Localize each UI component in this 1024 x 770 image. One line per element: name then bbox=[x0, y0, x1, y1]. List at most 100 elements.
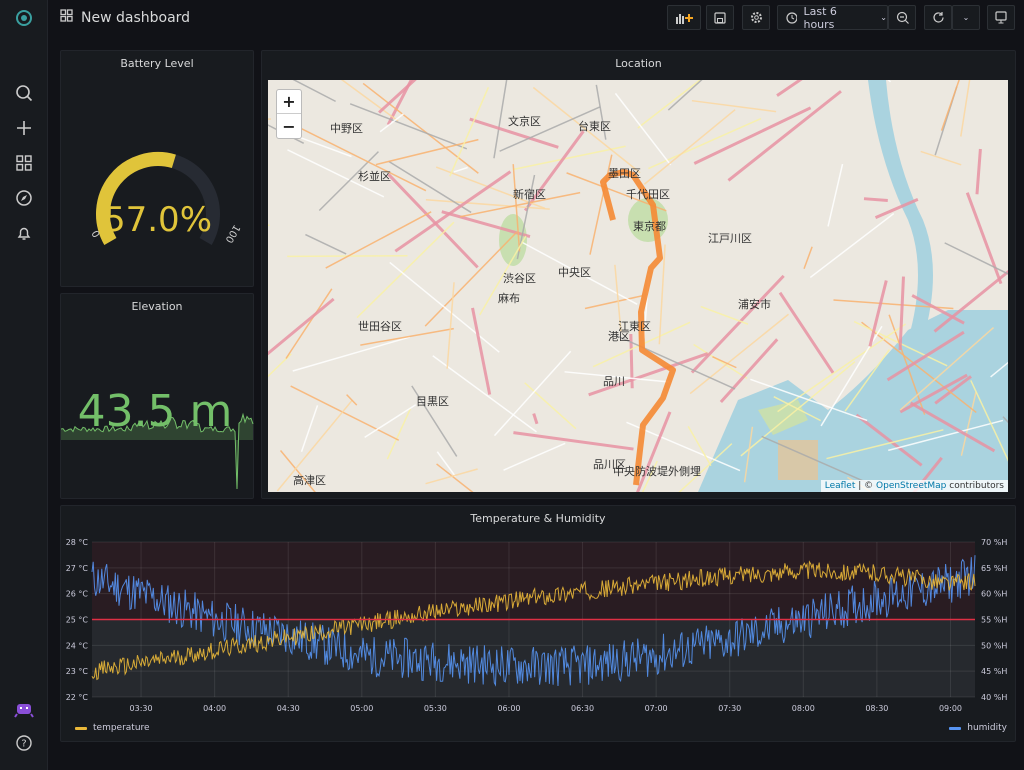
top-bar: New dashboard Last 6 hours ⌄ ⌄ bbox=[48, 0, 1024, 36]
settings-button[interactable] bbox=[742, 5, 770, 30]
add-panel-icon bbox=[676, 13, 693, 24]
add-panel-button[interactable] bbox=[667, 5, 701, 30]
road bbox=[493, 80, 508, 159]
refresh-interval-dropdown[interactable]: ⌄ bbox=[952, 5, 980, 30]
save-icon bbox=[714, 11, 726, 24]
road bbox=[944, 242, 1008, 275]
gauge-min-label: 0 bbox=[88, 229, 101, 240]
panel-title[interactable]: Location bbox=[262, 57, 1015, 70]
road bbox=[290, 385, 400, 441]
map[interactable]: 中野区 文京区 台東区 杉並区 新宿区 千代田区 墨田区 東京都 江戸川区 渋谷区 中央区 麻布 世田谷… bbox=[268, 80, 1008, 492]
map-label: 中央区 bbox=[558, 266, 591, 279]
map-label: 新宿区 bbox=[513, 187, 546, 201]
road bbox=[268, 118, 271, 120]
grafana-logo-icon[interactable] bbox=[12, 6, 36, 30]
gear-icon bbox=[750, 12, 762, 23]
map-label: 東京都 bbox=[633, 219, 666, 233]
road bbox=[493, 350, 572, 437]
road bbox=[285, 288, 333, 359]
attribution-separator: | © bbox=[855, 481, 877, 491]
tv-mode-button[interactable] bbox=[987, 5, 1015, 30]
legend-swatch bbox=[949, 726, 962, 730]
road bbox=[503, 442, 566, 471]
road bbox=[349, 103, 468, 150]
plus-icon[interactable] bbox=[12, 116, 36, 140]
user-avatar-icon[interactable] bbox=[12, 698, 36, 722]
refresh-button[interactable] bbox=[924, 5, 952, 30]
road bbox=[643, 109, 736, 185]
map-label: 墨田区 bbox=[608, 167, 641, 180]
legend-label: temperature bbox=[93, 723, 150, 733]
legend-item-humidity[interactable]: humidity bbox=[949, 723, 1007, 733]
clock-icon bbox=[786, 11, 798, 24]
leaflet-link[interactable]: Leaflet bbox=[825, 481, 856, 491]
road bbox=[960, 80, 971, 137]
road bbox=[532, 413, 539, 425]
chevron-down-icon: ⌄ bbox=[880, 13, 887, 22]
road bbox=[292, 336, 411, 372]
osm-link[interactable]: OpenStreetMap bbox=[876, 481, 946, 491]
road bbox=[863, 197, 888, 202]
map-label: 杉並区 bbox=[358, 169, 391, 183]
gauge-value: 57.0% bbox=[104, 200, 212, 240]
road bbox=[614, 92, 672, 166]
road bbox=[637, 80, 702, 129]
battery-level-panel: Battery Level 57.0% 0 100 bbox=[60, 50, 254, 287]
map-label: 品川 bbox=[603, 375, 625, 388]
map-label: 浦安市 bbox=[738, 297, 771, 311]
road bbox=[268, 353, 292, 378]
legend-item-temperature[interactable]: temperature bbox=[75, 723, 150, 733]
legend-label: humidity bbox=[967, 723, 1007, 733]
road bbox=[436, 463, 474, 492]
road bbox=[778, 291, 835, 374]
map-zoom-out-button[interactable]: − bbox=[277, 114, 301, 138]
panel-title[interactable]: Temperature & Humidity bbox=[61, 512, 1015, 525]
road bbox=[667, 80, 703, 111]
zoom-out-time-button[interactable] bbox=[888, 5, 916, 30]
refresh-icon bbox=[932, 12, 944, 23]
road bbox=[940, 80, 960, 131]
road bbox=[868, 280, 888, 347]
search-icon[interactable] bbox=[12, 81, 36, 105]
dashboards-grid-icon[interactable] bbox=[12, 151, 36, 175]
map-label: 江東区 bbox=[618, 320, 651, 333]
map-label: 江戸川区 bbox=[708, 232, 752, 245]
gauge-max-label: 100 bbox=[223, 222, 242, 244]
map-label: 目黒区 bbox=[416, 395, 449, 408]
dashboard-title[interactable]: New dashboard bbox=[81, 10, 190, 26]
road bbox=[305, 233, 347, 255]
map-label: 中央防波堤外側埋 bbox=[613, 464, 701, 478]
map-zoom-in-button[interactable]: + bbox=[277, 90, 301, 114]
road bbox=[362, 82, 479, 174]
time-range-picker[interactable]: Last 6 hours ⌄ bbox=[777, 4, 888, 31]
road bbox=[920, 150, 962, 166]
help-icon[interactable]: ? bbox=[12, 731, 36, 755]
attribution-suffix: contributors bbox=[946, 481, 1004, 491]
zoom-out-icon bbox=[896, 11, 909, 24]
map-label: 麻布 bbox=[498, 291, 520, 305]
save-dashboard-button[interactable] bbox=[706, 5, 734, 30]
road bbox=[364, 404, 417, 438]
compass-icon[interactable] bbox=[12, 186, 36, 210]
map-label: 文京区 bbox=[508, 114, 541, 128]
time-range-label: Last 6 hours bbox=[803, 4, 837, 31]
map-label: 世田谷区 bbox=[358, 320, 402, 333]
svg-text:?: ? bbox=[21, 739, 26, 750]
road bbox=[727, 90, 842, 182]
map-label: 高津区 bbox=[293, 473, 326, 487]
elevation-panel: Elevation 43.5 m bbox=[60, 293, 254, 499]
road bbox=[446, 282, 455, 369]
monitor-icon bbox=[995, 11, 1007, 24]
map-label: 千代田区 bbox=[626, 188, 670, 201]
road bbox=[346, 394, 358, 406]
map-label: 渋谷区 bbox=[503, 272, 536, 285]
map-label: 台東区 bbox=[578, 119, 611, 133]
elevation-sparkline: 43.5 m bbox=[61, 386, 254, 490]
road bbox=[453, 166, 468, 173]
legend-swatch bbox=[75, 726, 87, 730]
bell-icon[interactable] bbox=[12, 221, 36, 245]
road bbox=[524, 382, 577, 430]
road bbox=[965, 192, 1003, 285]
sidebar: ? bbox=[0, 0, 48, 770]
road bbox=[693, 106, 812, 165]
